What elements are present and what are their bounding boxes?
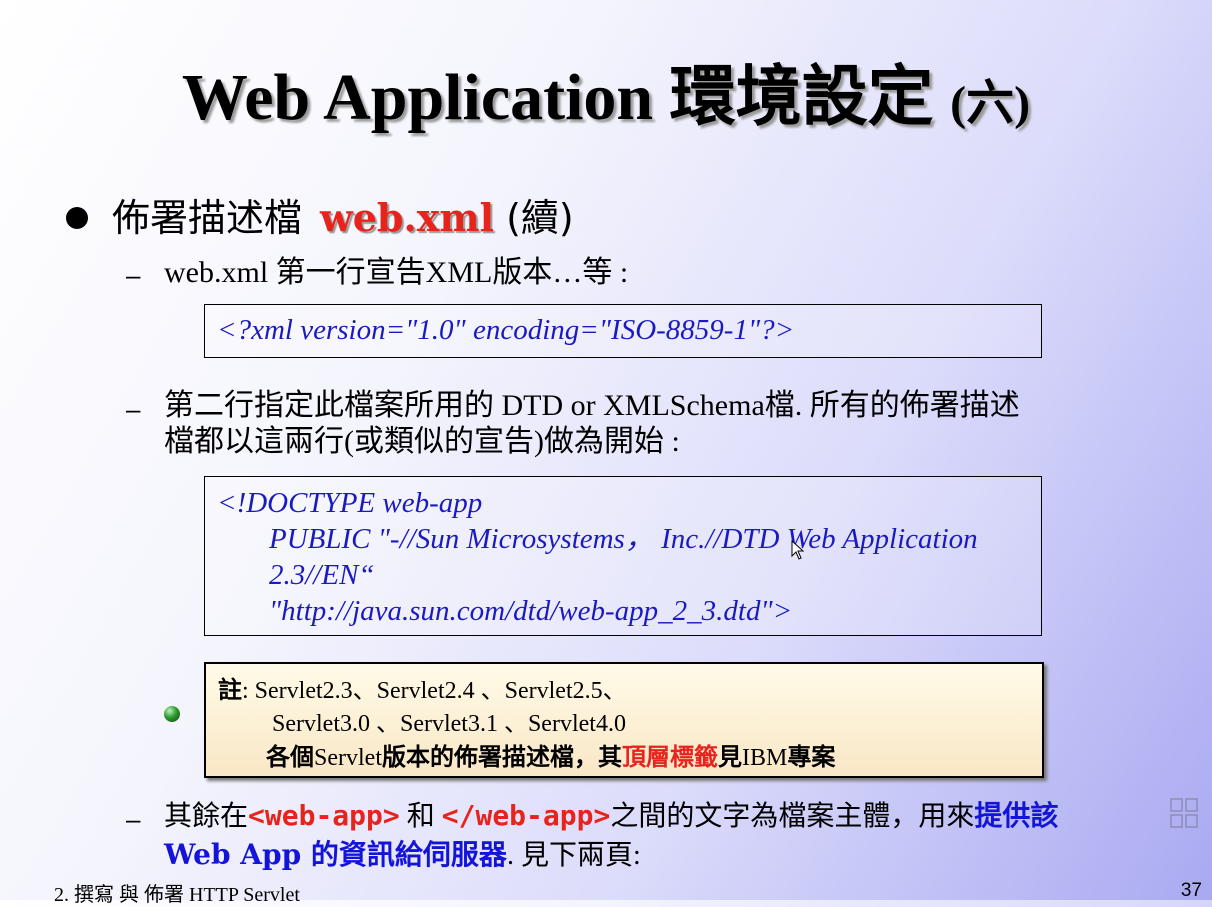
note-line3-red: 頂層標籤 [621,743,718,771]
note-line3-c: 版本的佈署描述檔，其 [381,743,622,771]
item3-blue2-b: 的資訊給伺服器 [301,838,507,871]
tag-close: </web-app> [441,799,611,832]
title-paren: (六) [950,77,1031,130]
note-line1: : Servlet2.3、Servlet2.4 、Servlet2.5、 [242,678,627,704]
note-line3-e: IBM [741,745,788,771]
note-box: 註: Servlet2.3、Servlet2.4 、Servlet2.5、 Se… [204,662,1044,778]
sub-item-2: 第二行指定此檔案所用的 DTD or XMLSchema檔. 所有的佈署描述 檔… [164,388,1020,460]
bullet-text: 佈署描述檔 [112,196,303,240]
dash-3: – [126,804,141,834]
presentation-control-icon[interactable] [1170,798,1198,828]
footer-chapter: 2. 撰寫 與 佈署 HTTP Servlet [54,884,300,906]
dash-2: – [126,394,141,424]
code-xml-decl: <?xml version="1.0" encoding="ISO-8859-1… [217,314,795,346]
note-line3-b: Servlet [314,745,382,771]
code-box-doctype: <!DOCTYPE web-app PUBLIC "-//Sun Microsy… [204,476,1042,636]
note-line3-a: 各個 [266,743,314,771]
dash-1: – [126,260,141,290]
item3-blue2-a: Web App [164,838,302,871]
bullet-highlight: web.xml [320,195,495,240]
doctype-line1: <!DOCTYPE web-app [217,487,483,519]
sub-item-2-line1: 第二行指定此檔案所用的 DTD or XMLSchema檔. 所有的佈署描述 [164,389,1020,422]
title-main: Web Application 環境設定 [181,61,951,134]
bullet-suffix: (續) [494,196,574,240]
doctype-line4: "http://java.sun.com/dtd/web-app_2_3.dtd… [269,595,793,627]
sub-item-3: 其餘在<web-app> 和 </web-app>之間的文字為檔案主體，用來提供… [164,797,1058,875]
code-box-xml-decl: <?xml version="1.0" encoding="ISO-8859-1… [204,304,1042,358]
doctype-line3: 2.3//EN“ [269,559,375,591]
item3-t2: 和 [399,801,442,832]
slide-title: Web Application 環境設定 (六) [0,58,1212,138]
bullet-dot-icon [66,207,88,229]
note-label: 註 [218,676,242,704]
note-line3-d: 見 [717,743,742,771]
sub-item-1: web.xml 第一行宣告XML版本…等 : [164,256,629,289]
main-bullet: 佈署描述檔 web.xml (續) [112,190,574,246]
mouse-cursor-icon [791,540,805,560]
item3-t1: 其餘在 [164,801,249,832]
sub-item-2-line2: 檔都以這兩行(或類似的宣告)做為開始 : [164,425,680,458]
item3-t4: . 見下兩頁: [506,840,641,871]
item3-t3: 之間的文字為檔案主體，用來 [610,801,975,832]
green-sphere-icon [164,706,180,722]
page-number: 37 [1180,880,1202,901]
note-line3-f: 專案 [787,743,836,771]
tag-open: <web-app> [248,799,400,832]
note-line2: Servlet3.0 、Servlet3.1 、Servlet4.0 [272,711,626,737]
doctype-line2: PUBLIC "-//Sun Microsystems， Inc.//DTD W… [269,523,978,555]
item3-blue1: 提供該 [974,799,1059,832]
